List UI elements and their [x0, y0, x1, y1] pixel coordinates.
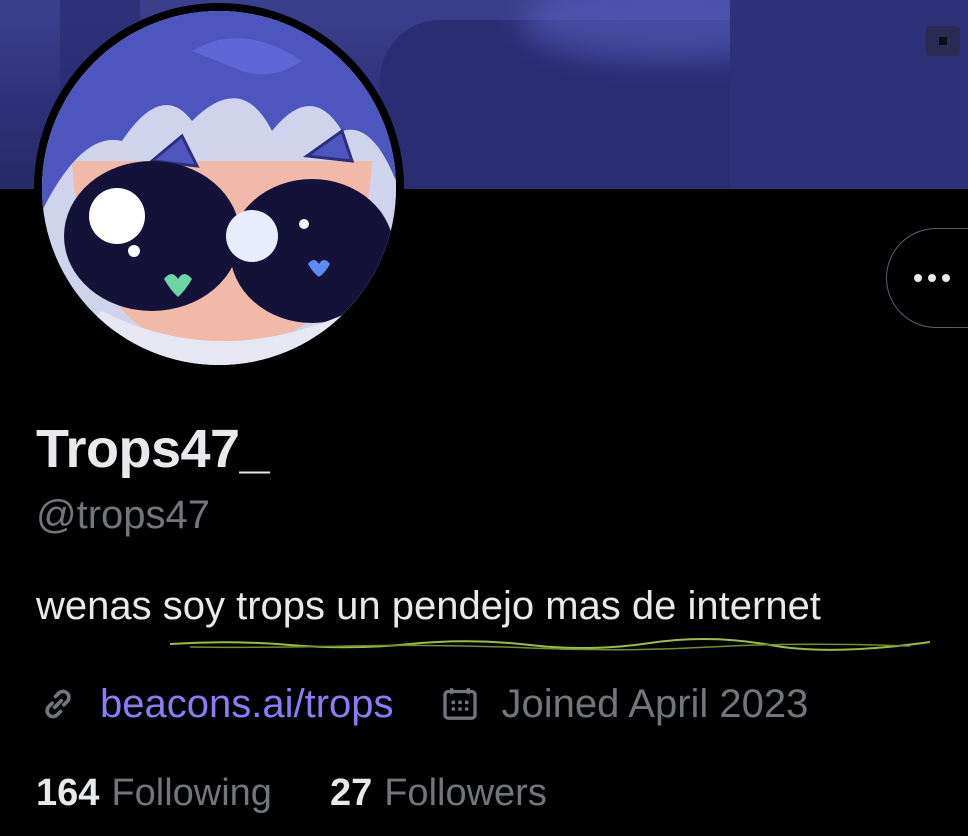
bio-underline-squiggle	[170, 637, 931, 651]
followers-count: 27	[329, 772, 373, 814]
avatar-image	[42, 11, 396, 365]
following-count: 164	[36, 772, 100, 814]
link-icon	[36, 682, 80, 726]
avatar-illustration	[42, 11, 396, 365]
following-label: Following	[111, 772, 272, 814]
profile-meta-row: beacons.ai/trops Joined April 2023	[36, 678, 808, 730]
follow-stats: 164 Following 27 Followers	[36, 772, 547, 815]
profile-avatar[interactable]	[34, 3, 404, 373]
more-options-icon	[913, 274, 950, 282]
display-name: Trops47_	[36, 419, 270, 479]
more-options-button[interactable]	[886, 228, 968, 328]
followers-label: Followers	[384, 772, 547, 814]
joined-date: Joined April 2023	[501, 681, 809, 726]
website-link[interactable]: beacons.ai/trops	[100, 682, 394, 727]
followers-stat[interactable]: 27 Followers	[330, 772, 547, 815]
profile-bio: wenas soy trops un pendejo mas de intern…	[36, 584, 821, 628]
banner-corner-mark	[926, 26, 960, 56]
following-stat[interactable]: 164 Following	[36, 772, 272, 815]
user-handle: @trops47	[36, 493, 211, 537]
calendar-icon	[438, 682, 482, 726]
